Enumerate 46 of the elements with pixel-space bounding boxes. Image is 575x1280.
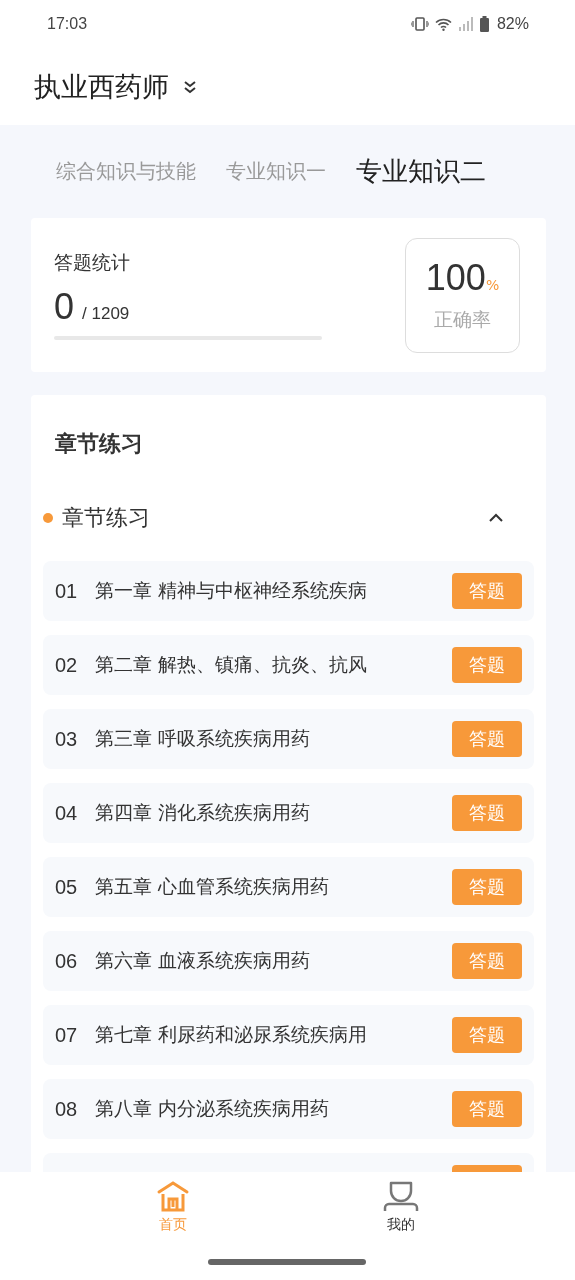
chevron-up-icon[interactable] [488,513,504,523]
chapter-name: 第一章 精神与中枢神经系统疾病 [95,578,368,603]
bullet-dot-icon [43,513,53,523]
user-icon [382,1180,419,1212]
chapter-row[interactable]: 05 第五章 心血管系统疾病用药 答题 [43,857,534,917]
chapter-row[interactable]: 07 第七章 利尿药和泌尿系统疾病用 答题 [43,1005,534,1065]
chapter-number: 04 [55,801,79,825]
double-chevron-down-icon[interactable] [183,79,197,94]
battery-icon [479,16,489,32]
nav-tab[interactable]: 我的 [378,1180,423,1242]
chapter-row[interactable]: 06 第六章 血液系统疾病用药 答题 [43,931,534,991]
chapter-number: 06 [55,949,79,973]
chapter-row[interactable]: 03 第三章 呼吸系统疾病用药 答题 [43,709,534,769]
chapter-name: 第七章 利尿药和泌尿系统疾病用 [95,1022,368,1047]
chapter-row[interactable]: 02 第二章 解热、镇痛、抗炎、抗风 答题 [43,635,534,695]
vibrate-icon [410,17,429,31]
chapter-number: 03 [55,727,79,751]
chapter-row[interactable]: 08 第八章 内分泌系统疾病用药 答题 [43,1079,534,1139]
stats-title: 答题统计 [54,250,131,275]
chapter-row[interactable]: 04 第四章 消化系统疾病用药 答题 [43,783,534,843]
chapter-number: 02 [55,653,79,677]
chapter-number: 08 [55,1097,79,1121]
total-count: / 1209 [82,304,130,324]
chapter-number: 07 [55,1023,79,1047]
chapter-name: 第三章 呼吸系统疾病用药 [95,726,311,751]
chapter-name: 第四章 消化系统疾病用药 [95,800,311,825]
exam-selector[interactable]: 执业西药师 [34,68,169,105]
chapter-name: 第八章 内分泌系统疾病用药 [95,1096,330,1121]
subject-tab[interactable]: 专业知识二 [356,154,486,189]
chapter-name: 第六章 血液系统疾病用药 [95,948,311,973]
home-icon [156,1180,191,1212]
chapter-name: 第五章 心血管系统疾病用药 [95,874,330,899]
group-title[interactable]: 章节练习 [62,503,150,533]
wifi-icon [434,17,452,31]
chapter-number: 05 [55,875,79,899]
signal-icon [457,17,474,31]
section-title: 章节练习 [55,430,144,458]
battery-level: 82% [496,15,529,33]
chapter-name: 第二章 解热、镇痛、抗炎、抗风 [95,652,368,677]
accuracy-label: 正确率 [434,307,491,332]
chapter-row[interactable]: 01 第一章 精神与中枢神经系统疾病 答题 [43,561,534,621]
accuracy-value: 100 [425,257,486,299]
answered-count: 0 [54,286,75,328]
status-time: 17:03 [47,15,88,33]
chapter-number: 01 [55,579,79,603]
percent-sign: % [485,277,500,293]
